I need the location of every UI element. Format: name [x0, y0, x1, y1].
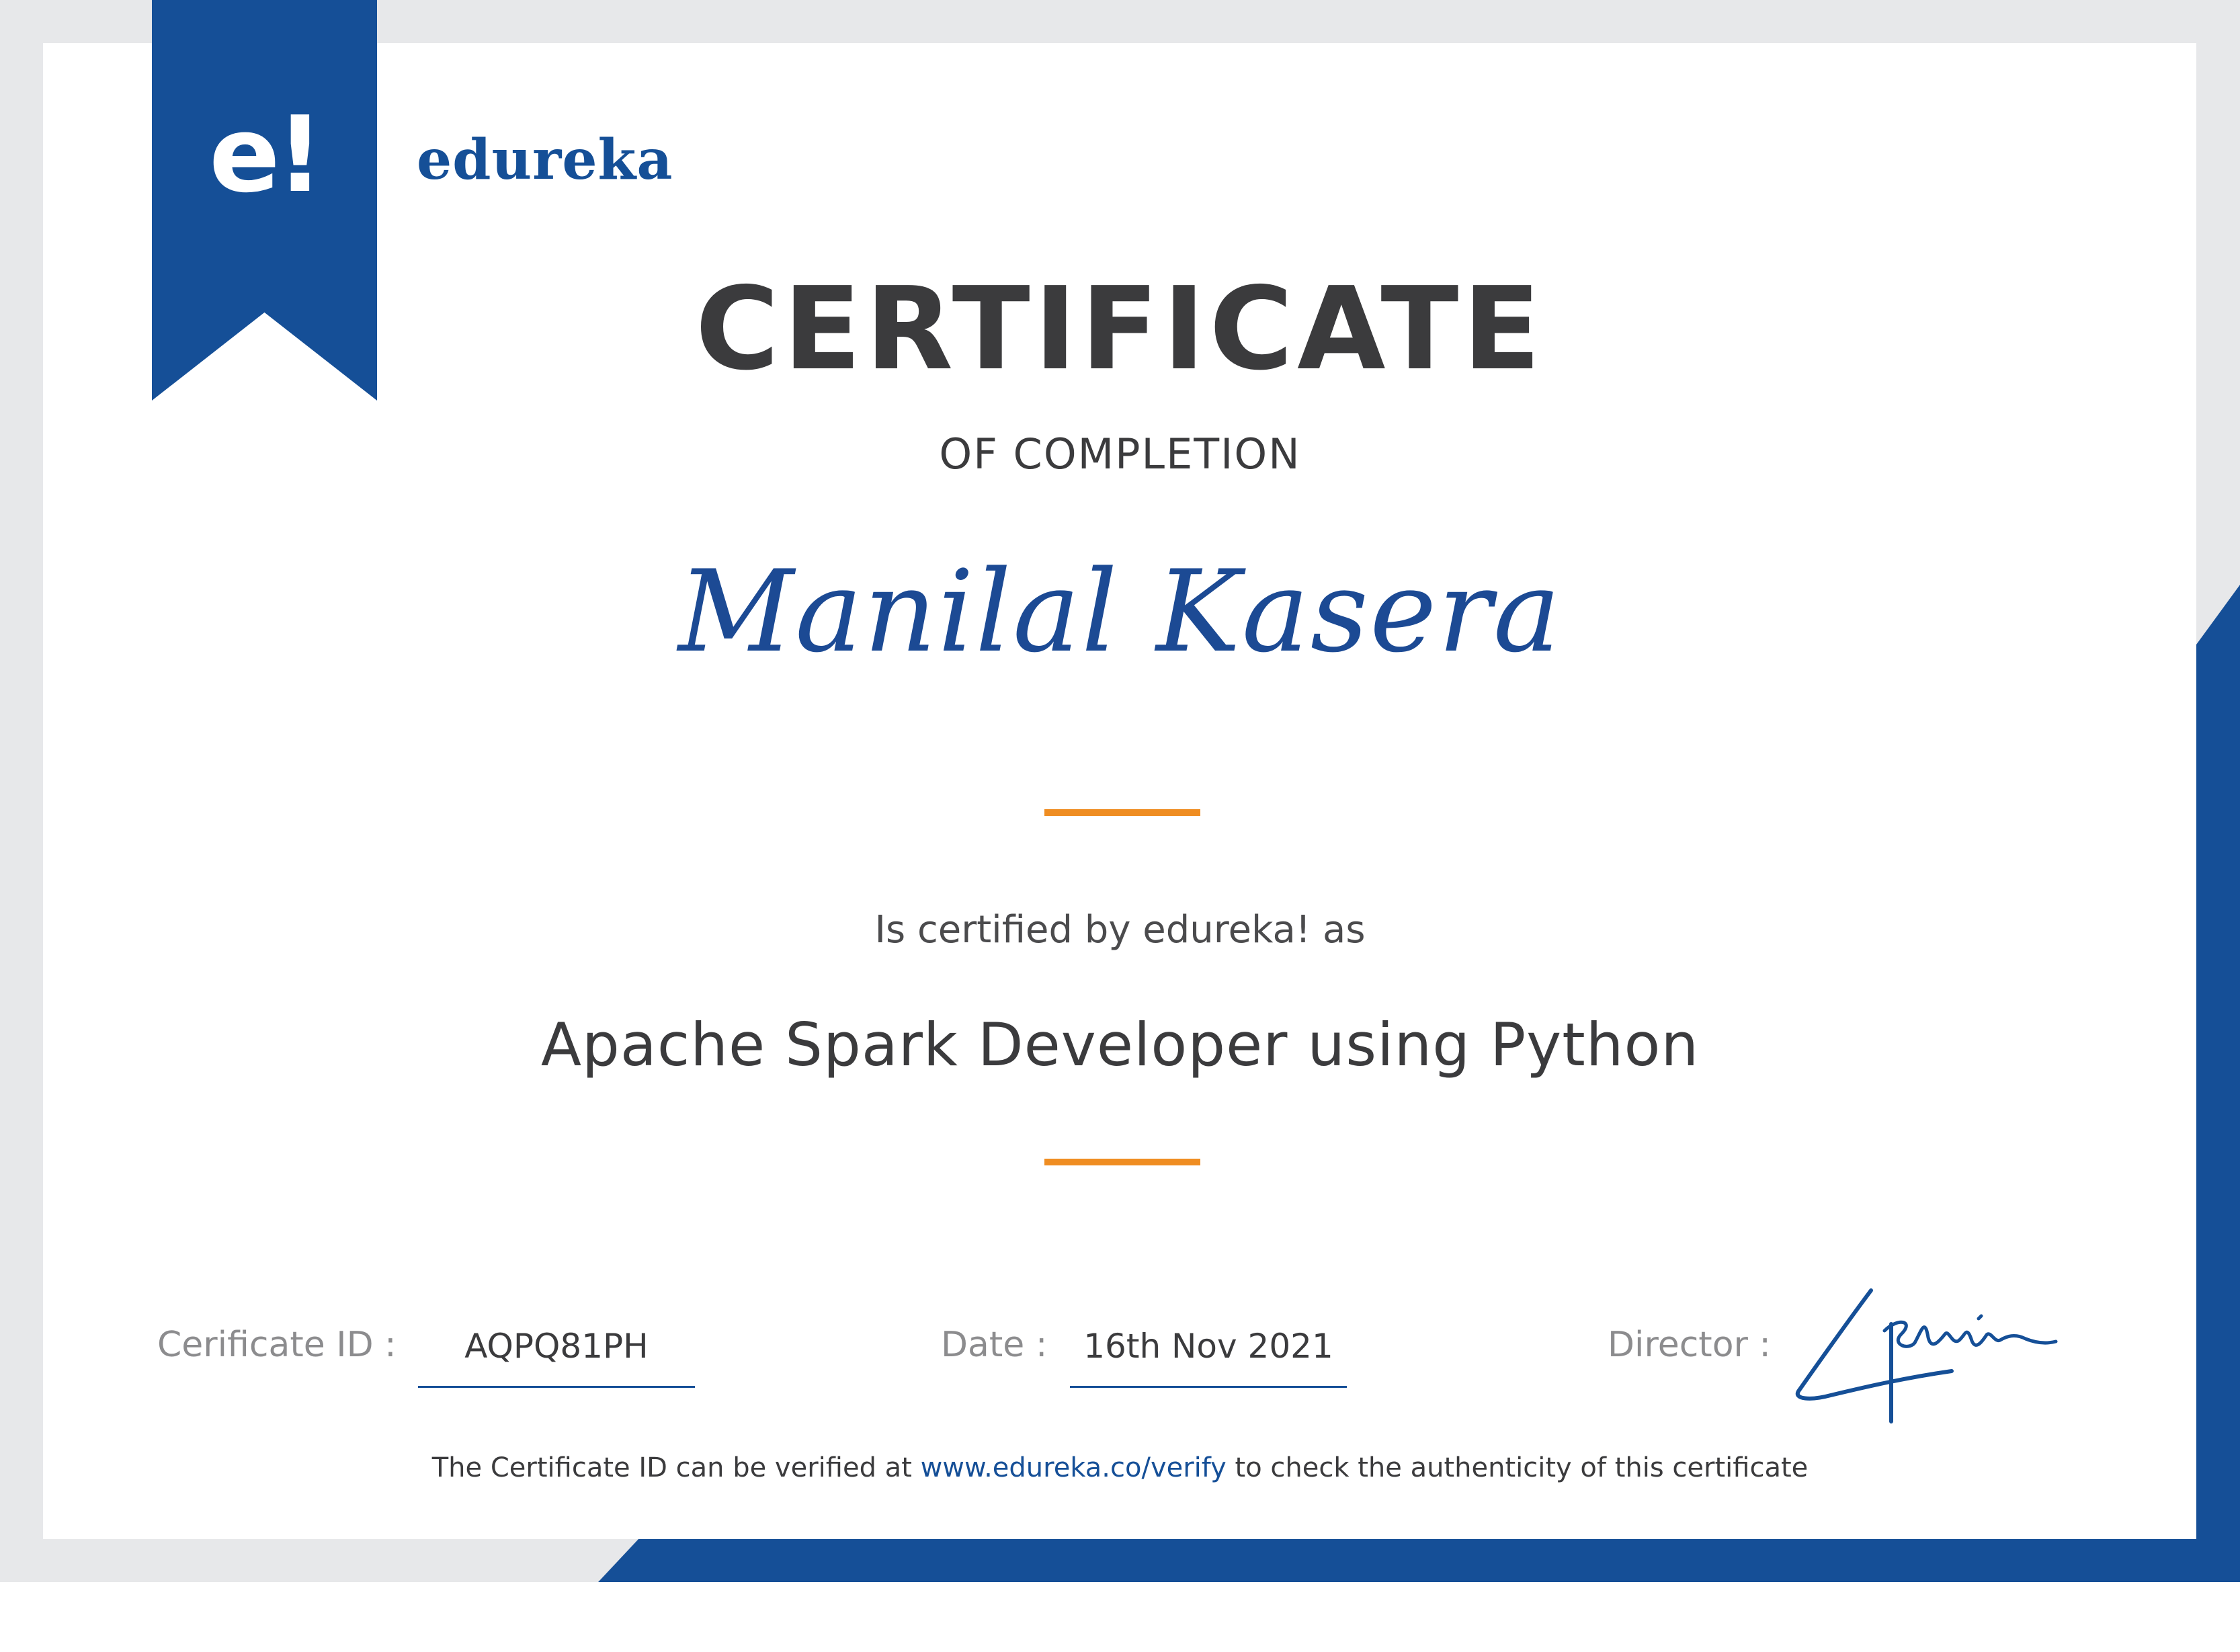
date-label: Date : [941, 1325, 1048, 1365]
date-value: 16th Nov 2021 [1083, 1327, 1333, 1366]
bottom-accent-band [598, 1539, 2240, 1582]
director-signature-icon [1795, 1288, 2058, 1423]
footer-prefix: The Certificate ID can be verified at [431, 1452, 912, 1483]
certificate-page: e! edureka CERTIFICATE OF COMPLETION Man… [0, 0, 2240, 1652]
certified-by-text: Is certified by edureka! as [874, 908, 1366, 952]
verify-link[interactable]: www.edureka.co/verify [921, 1452, 1227, 1483]
date-underline [1070, 1386, 1347, 1388]
certificate-title: CERTIFICATE [695, 263, 1545, 396]
course-title: Apache Spark Developer using Python [540, 1010, 1700, 1079]
divider-bottom [1044, 1159, 1200, 1165]
verification-footer: The Certificate ID can be verified at ww… [0, 1448, 2240, 1488]
certificate-subtitle: OF COMPLETION [939, 429, 1301, 479]
recipient-name: Manilal Kasera [678, 546, 1562, 677]
brand-name: edureka [417, 128, 673, 192]
footer-suffix: to check the authenticity of this certif… [1235, 1452, 1809, 1483]
certificate-id-label: Cerificate ID : [157, 1325, 397, 1365]
certificate-id-underline [418, 1386, 695, 1388]
divider-top [1044, 809, 1200, 816]
certificate-id-value: AQPQ81PH [464, 1327, 649, 1366]
edureka-logo-icon: e! [209, 93, 324, 216]
director-label: Director : [1608, 1325, 1771, 1365]
right-accent-band [2196, 585, 2240, 1582]
